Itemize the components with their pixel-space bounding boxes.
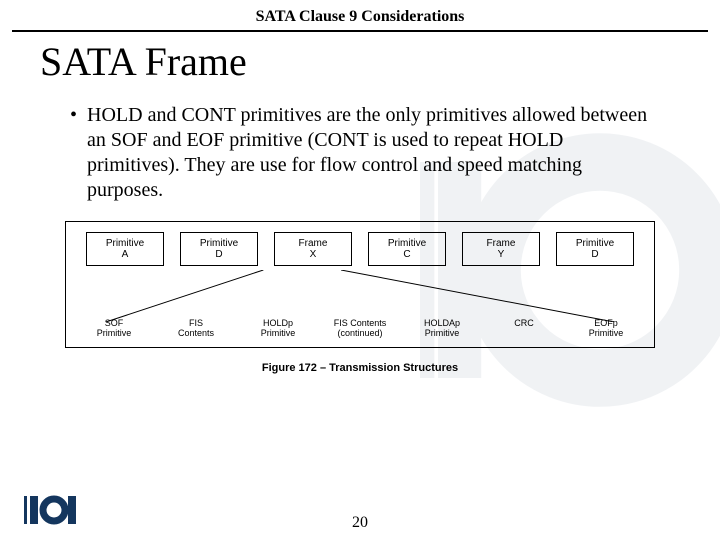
header-title: SATA Clause 9 Considerations: [0, 0, 720, 30]
box-label: Primitive: [200, 238, 238, 249]
label-line: (continued): [324, 328, 396, 338]
slide-title: SATA Frame: [0, 32, 720, 103]
label-line: Primitive: [78, 328, 150, 338]
bullet-item: • HOLD and CONT primitives are the only …: [70, 103, 650, 203]
top-box: Primitive D: [556, 232, 634, 266]
bullet-text: HOLD and CONT primitives are the only pr…: [87, 103, 650, 203]
page-number: 20: [0, 514, 720, 532]
box-label: Primitive: [106, 238, 144, 249]
box-label: D: [215, 249, 222, 260]
box-label: C: [403, 249, 410, 260]
label-line: Primitive: [406, 328, 478, 338]
label-line: Primitive: [570, 328, 642, 338]
bullet-marker: •: [70, 103, 77, 203]
box-label: Frame: [299, 238, 328, 249]
top-box: Primitive A: [86, 232, 164, 266]
top-box: Frame X: [274, 232, 352, 266]
top-box: Primitive C: [368, 232, 446, 266]
box-label: Frame: [487, 238, 516, 249]
box-label: Y: [498, 249, 505, 260]
box-label: X: [310, 249, 317, 260]
box-label: D: [591, 249, 598, 260]
box-label: A: [122, 249, 129, 260]
figure: Primitive A Primitive D Frame X Primitiv…: [65, 221, 655, 374]
figure-caption: Figure 172 – Transmission Structures: [65, 362, 655, 374]
label-line: Contents: [160, 328, 232, 338]
top-box: Frame Y: [462, 232, 540, 266]
figure-top-row: Primitive A Primitive D Frame X Primitiv…: [72, 232, 648, 266]
figure-border: Primitive A Primitive D Frame X Primitiv…: [65, 221, 655, 348]
figure-connector-lines: [66, 270, 654, 322]
top-box: Primitive D: [180, 232, 258, 266]
box-label: Primitive: [388, 238, 426, 249]
box-label: Primitive: [576, 238, 614, 249]
label-line: Primitive: [242, 328, 314, 338]
bullet-list: • HOLD and CONT primitives are the only …: [0, 103, 720, 203]
